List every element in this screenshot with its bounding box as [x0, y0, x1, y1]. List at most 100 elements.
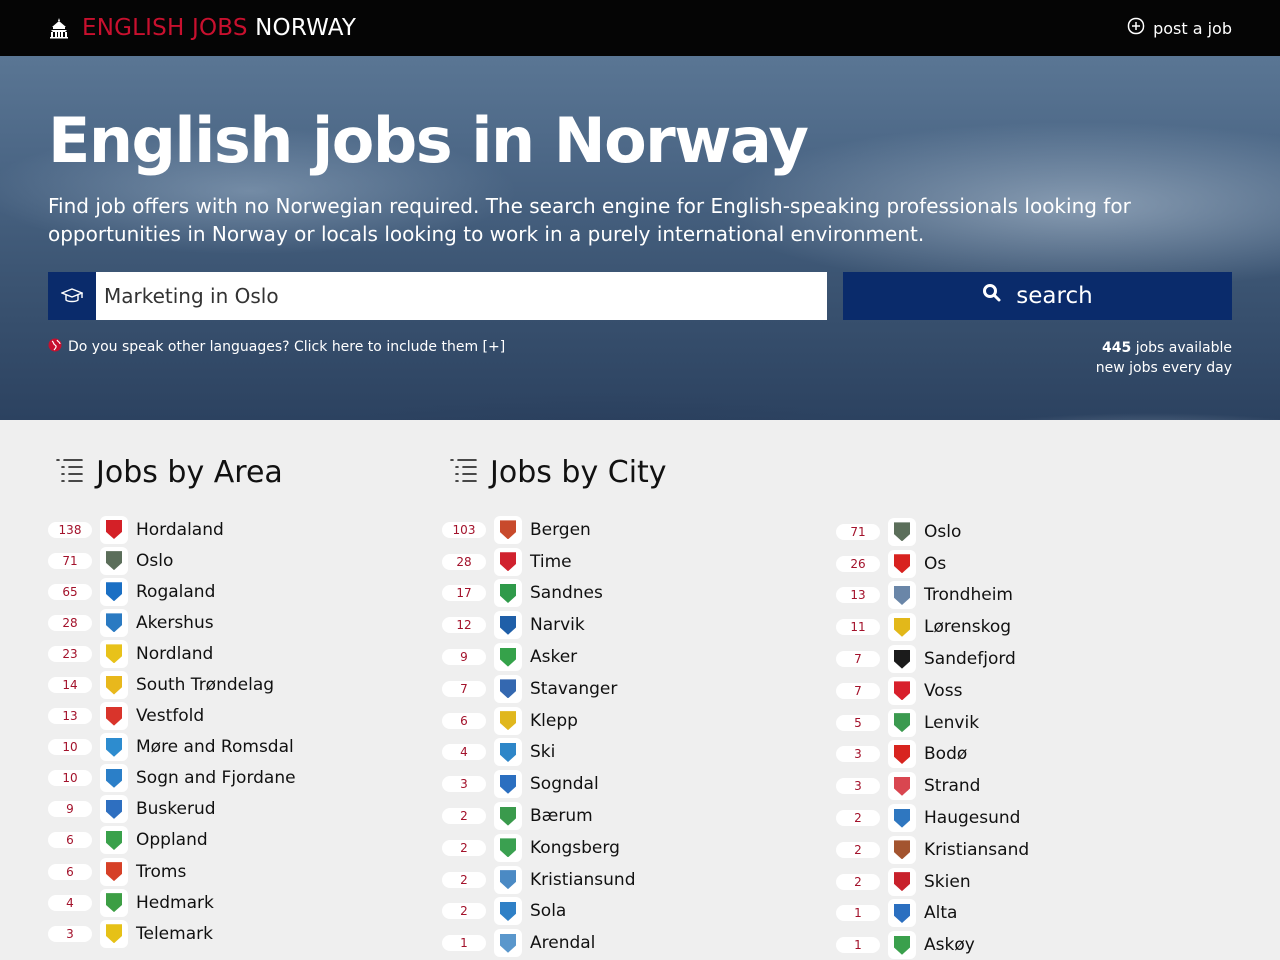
location-label: Trondheim [924, 585, 1013, 606]
area-list-item[interactable]: 23 Nordland [48, 638, 442, 669]
city-list-item[interactable]: 2 Haugesund [836, 802, 1230, 834]
city-list-item[interactable]: 1 Arendal [442, 927, 836, 959]
city-list-item[interactable]: 12 Narvik [442, 609, 836, 641]
post-job-link[interactable]: post a job [1127, 17, 1232, 39]
job-listings-sections: Jobs by Area 138 Hordaland 71 Oslo 65 Rogalan… [0, 420, 1280, 960]
area-list-item[interactable]: 6 Oppland [48, 825, 442, 856]
area-list-item[interactable]: 13 Vestfold [48, 701, 442, 732]
area-list-item[interactable]: 4 Hedmark [48, 887, 442, 918]
job-count-badge: 12 [442, 617, 486, 634]
coat-of-arms-icon [888, 772, 916, 801]
coat-of-arms-icon [494, 897, 522, 926]
city-list-item[interactable]: 103 Bergen [442, 514, 836, 546]
coat-of-arms-icon [494, 738, 522, 767]
city-list-item[interactable]: 9 Asker [442, 641, 836, 673]
city-list-item[interactable]: 11 Lørenskog [836, 611, 1230, 643]
coat-of-arms-icon [888, 708, 916, 737]
city-list-item[interactable]: 7 Sandefjord [836, 643, 1230, 675]
jobs-count: 445 [1102, 340, 1132, 356]
coat-of-arms-icon [100, 577, 128, 606]
city-list-item[interactable]: 2 Kongsberg [442, 832, 836, 864]
job-count-badge: 4 [442, 744, 486, 761]
city-list-item[interactable]: 7 Voss [836, 675, 1230, 707]
city-list-item[interactable]: 4 Ski [442, 737, 836, 769]
area-list-item[interactable]: 28 Akershus [48, 607, 442, 638]
job-count-badge: 1 [836, 937, 880, 954]
city-list-item[interactable]: 2 Sola [442, 896, 836, 928]
globe-icon [48, 338, 62, 356]
area-list-item[interactable]: 138 Hordaland [48, 514, 442, 545]
job-count-badge: 9 [442, 649, 486, 666]
city-list-item[interactable]: 2 Skien [836, 866, 1230, 898]
city-list-item[interactable]: 3 Bodø [836, 739, 1230, 771]
city-list-item[interactable]: 13 Trondheim [836, 580, 1230, 612]
location-label: Askøy [924, 935, 975, 956]
location-label: Haugesund [924, 808, 1021, 829]
location-label: Lørenskog [924, 617, 1012, 638]
city-list-item[interactable]: 1 Alta [836, 898, 1230, 930]
area-list-item[interactable]: 71 Oslo [48, 545, 442, 576]
location-label: Kristiansand [924, 839, 1030, 860]
area-list-item[interactable]: 14 South Trøndelag [48, 669, 442, 700]
coat-of-arms-icon [494, 802, 522, 831]
job-count-badge: 10 [48, 739, 92, 756]
area-list-item[interactable]: 3 Telemark [48, 918, 442, 949]
area-list-item[interactable]: 65 Rogaland [48, 576, 442, 607]
city-list-item[interactable]: 5 Lenvik [836, 707, 1230, 739]
location-label: Lenvik [924, 712, 980, 733]
job-count-badge: 2 [836, 810, 880, 827]
coat-of-arms-icon [494, 579, 522, 608]
city-list-item[interactable]: 7 Stavanger [442, 673, 836, 705]
brand-logo-link[interactable]: ENGLISH JOBS NORWAY [48, 15, 356, 41]
city-list-item[interactable]: 28 Time [442, 546, 836, 578]
area-list-item[interactable]: 6 Troms [48, 856, 442, 887]
city-list-primary: 103 Bergen 28 Time 17 Sandnes 12 Narvik 9 Asker 7 S… [442, 514, 836, 959]
city-list-item[interactable]: 3 Strand [836, 770, 1230, 802]
city-list-item[interactable]: 17 Sandnes [442, 578, 836, 610]
coat-of-arms-icon [888, 581, 916, 610]
location-label: Narvik [530, 615, 585, 636]
coat-of-arms-icon [100, 826, 128, 855]
job-count-badge: 138 [48, 521, 92, 538]
location-label: Buskerud [136, 799, 216, 820]
location-label: Kristiansund [530, 869, 636, 890]
city-list-item[interactable]: 2 Bærum [442, 800, 836, 832]
search-input[interactable] [96, 272, 827, 320]
job-count-badge: 1 [442, 935, 486, 952]
jobs-available-text: jobs available [1135, 340, 1232, 356]
job-count-badge: 103 [442, 521, 486, 538]
location-label: Alta [924, 903, 958, 924]
jobs-by-area-column: Jobs by Area 138 Hordaland 71 Oslo 65 Rogalan… [48, 452, 442, 960]
brand-name-secondary: NORWAY [255, 15, 357, 41]
area-list: 138 Hordaland 71 Oslo 65 Rogaland 28 Akershus 23… [48, 514, 442, 949]
hero-banner: English jobs in Norway Find job offers w… [0, 56, 1280, 420]
coat-of-arms-icon [494, 547, 522, 576]
area-list-item[interactable]: 9 Buskerud [48, 794, 442, 825]
coat-of-arms-icon [100, 608, 128, 637]
search-button[interactable]: search [843, 272, 1232, 320]
job-count-badge: 28 [48, 614, 92, 631]
jobs-by-city-title: Jobs by City [490, 454, 667, 490]
city-list-item[interactable]: 3 Sogndal [442, 768, 836, 800]
city-list-item[interactable]: 2 Kristiansund [442, 864, 836, 896]
city-list-item[interactable]: 26 Os [836, 548, 1230, 580]
jobs-by-area-title: Jobs by Area [96, 454, 283, 490]
city-list-item[interactable]: 6 Klepp [442, 705, 836, 737]
job-count-badge: 10 [48, 770, 92, 787]
area-list-item[interactable]: 10 Sogn and Fjordane [48, 763, 442, 794]
coat-of-arms-icon [100, 671, 128, 700]
coat-of-arms-icon [100, 702, 128, 731]
location-label: Troms [136, 861, 187, 882]
search-field [48, 272, 827, 320]
other-languages-link[interactable]: Do you speak other languages? Click here… [48, 338, 505, 356]
coat-of-arms-icon [100, 546, 128, 575]
job-count-badge: 71 [836, 523, 880, 540]
city-list-item[interactable]: 71 Oslo [836, 516, 1230, 548]
area-list-item[interactable]: 10 Møre and Romsdal [48, 732, 442, 763]
location-label: Hordaland [136, 519, 224, 540]
coat-of-arms-icon [888, 835, 916, 864]
city-list-item[interactable]: 2 Kristiansand [836, 834, 1230, 866]
city-list-secondary: 71 Oslo 26 Os 13 Trondheim 11 Lørenskog 7 Sandefj… [836, 516, 1230, 960]
city-list-item[interactable]: 1 Askøy [836, 929, 1230, 960]
coat-of-arms-icon [494, 611, 522, 640]
